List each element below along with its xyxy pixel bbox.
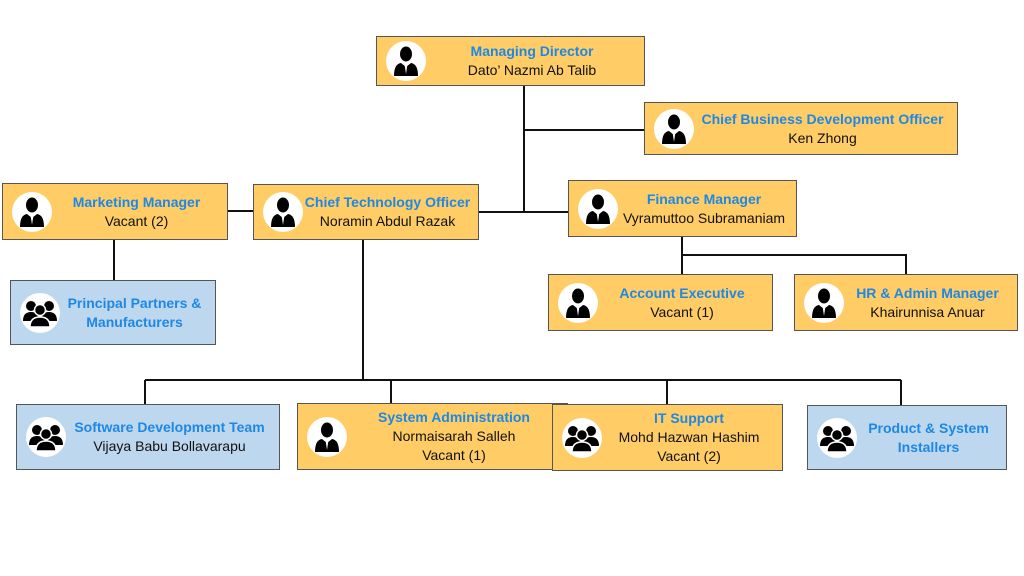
node-swdev: Software Development Team Vijaya Babu Bol… <box>16 404 280 470</box>
node-title: Account Executive <box>619 284 745 301</box>
node-sysadmin: System Administration Normaisarah Salleh V… <box>297 403 568 470</box>
node-itsupport: IT Support Mohd Hazwan Hashim Vacant (2) <box>552 404 783 471</box>
node-partners: Principal Partners & Manufacturers <box>10 280 216 345</box>
group-icon <box>26 417 66 457</box>
node-name: Khairunnisa Anuar <box>870 303 985 320</box>
node-title: Principal Partners & Manufacturers <box>67 294 202 330</box>
node-text: Finance Manager Vyramuttoo Subramaniam <box>618 190 796 228</box>
node-text: Marketing Manager Vacant (2) <box>52 193 227 231</box>
node-name: Vacant (2) <box>657 448 721 464</box>
node-title: Marketing Manager <box>72 193 201 210</box>
group-icon <box>562 417 602 458</box>
node-title: HR & Admin Manager <box>856 284 999 301</box>
group-icon <box>20 292 60 333</box>
node-text: HR & Admin Manager Khairunnisa Anuar <box>844 284 1017 322</box>
node-marketing: Marketing Manager Vacant (2) <box>2 183 228 240</box>
node-title: IT Support <box>654 410 724 426</box>
node-name: Normaisarah Salleh <box>392 428 516 444</box>
node-name: Mohd Hazwan Hashim <box>618 429 760 445</box>
node-md: Managing Director Dato’ Nazmi Ab Talib <box>376 36 645 86</box>
node-title: Chief Business Development Officer <box>701 110 944 127</box>
node-text: Account Executive Vacant (1) <box>598 284 772 322</box>
person-icon <box>307 416 347 457</box>
node-name: Vyramuttoo Subramaniam <box>622 209 786 226</box>
node-text: System Administration Normaisarah Salleh V… <box>347 408 567 465</box>
person-icon <box>578 188 618 229</box>
node-hr: HR & Admin Manager Khairunnisa Anuar <box>794 274 1018 331</box>
node-text: Chief Technology Officer Noramin Abdul Ra… <box>303 193 478 231</box>
node-text: Managing Director Dato’ Nazmi Ab Talib <box>426 42 644 80</box>
node-title: System Administration <box>378 409 530 425</box>
node-text: IT Support Mohd Hazwan Hashim Vacant (2) <box>602 409 782 466</box>
node-finance: Finance Manager Vyramuttoo Subramaniam <box>568 180 797 237</box>
node-name: Vacant (1) <box>650 303 714 320</box>
person-icon <box>386 41 426 81</box>
node-name: Vacant (1) <box>422 447 486 463</box>
node-text: Chief Business Development Officer Ken Zh… <box>694 110 957 148</box>
node-text: Principal Partners & Manufacturers <box>60 294 215 332</box>
node-text: Software Development Team Vijaya Babu Bol… <box>66 418 279 456</box>
person-icon <box>263 192 303 232</box>
person-icon <box>654 108 694 149</box>
node-title: Chief Technology Officer <box>304 194 471 210</box>
node-title: Finance Manager <box>646 190 762 207</box>
node-text: Product & System Installers <box>857 419 1006 457</box>
node-account: Account Executive Vacant (1) <box>548 274 773 331</box>
node-name: Dato’ Nazmi Ab Talib <box>467 62 597 78</box>
node-installers: Product & System Installers <box>807 405 1007 470</box>
node-title: Product & System Installers <box>868 419 989 455</box>
person-icon <box>12 191 52 232</box>
node-name: Noramin Abdul Razak <box>319 213 456 229</box>
person-icon <box>558 282 598 323</box>
node-name: Vijaya Babu Bollavarapu <box>93 438 246 454</box>
node-name: Vacant (2) <box>104 212 169 229</box>
node-name: Ken Zhong <box>788 129 857 146</box>
node-cbdo: Chief Business Development Officer Ken Zh… <box>644 102 958 155</box>
node-title: Managing Director <box>470 43 594 59</box>
node-cto: Chief Technology Officer Noramin Abdul Ra… <box>253 184 479 240</box>
node-title: Software Development Team <box>74 419 265 435</box>
person-icon <box>804 282 844 323</box>
group-icon <box>817 417 857 458</box>
